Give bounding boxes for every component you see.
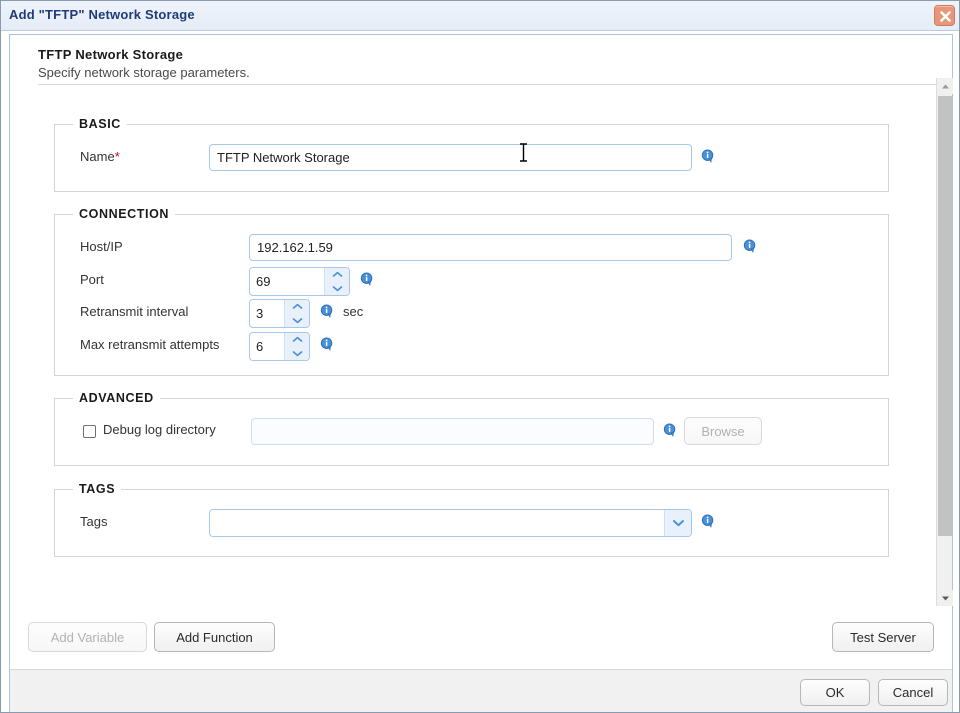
action-strip: Add Variable Add Function Test Server — [10, 610, 952, 668]
connection-legend: CONNECTION — [73, 207, 176, 221]
ok-button[interactable]: OK — [800, 679, 870, 706]
chevron-down-glyph — [292, 317, 302, 323]
name-label: Name* — [80, 149, 120, 164]
max-retransmit-attempts-stepper — [249, 332, 310, 361]
max-retransmit-attempts-label: Max retransmit attempts — [80, 337, 220, 352]
chevron-down-glyph — [672, 520, 684, 527]
port-stepper — [249, 267, 350, 296]
scroll-down-arrow-icon[interactable] — [937, 590, 953, 606]
add-variable-button[interactable]: Add Variable — [28, 622, 147, 652]
scrollbar-thumb[interactable] — [938, 96, 952, 536]
title-bar: Add "TFTP" Network Storage — [1, 1, 959, 31]
chevron-up-icon[interactable] — [285, 300, 309, 314]
port-label: Port — [80, 272, 104, 287]
name-input[interactable] — [209, 144, 692, 171]
info-icon-glyph — [743, 239, 756, 253]
chevron-down-icon[interactable] — [285, 314, 309, 328]
info-icon[interactable] — [360, 272, 375, 292]
page-title: TFTP Network Storage — [38, 47, 184, 62]
retransmit-interval-stepper — [249, 299, 310, 328]
basic-fieldset: BASIC Name* — [54, 117, 889, 192]
max-retransmit-attempts-stepper-buttons — [284, 333, 309, 360]
tags-label: Tags — [80, 514, 108, 529]
browse-button[interactable]: Browse — [684, 417, 762, 445]
tags-combobox[interactable] — [209, 509, 692, 537]
info-icon[interactable] — [701, 149, 716, 169]
scroll-up-arrow-icon[interactable] — [937, 78, 953, 94]
scroll-down-arrow-glyph — [941, 596, 949, 600]
chevron-up-icon[interactable] — [325, 268, 349, 282]
connection-fieldset: CONNECTION Host/IP Port — [54, 207, 889, 376]
scroll-up-arrow-glyph — [941, 84, 949, 88]
chevron-down-glyph — [332, 285, 342, 291]
info-icon[interactable] — [701, 514, 716, 534]
port-input[interactable] — [250, 268, 324, 295]
chevron-down-icon[interactable] — [664, 510, 691, 536]
advanced-fieldset: ADVANCED Debug log directory Browse — [54, 391, 889, 466]
name-label-text: Name — [80, 149, 115, 164]
dialog-window: Add "TFTP" Network Storage TFTP Network … — [0, 0, 960, 713]
test-server-button[interactable]: Test Server — [832, 622, 934, 652]
info-icon[interactable] — [743, 239, 758, 259]
dialog-footer: OK Cancel — [9, 669, 953, 712]
info-icon-glyph — [701, 514, 714, 528]
name-required-marker: * — [114, 149, 120, 164]
info-icon-glyph — [663, 423, 676, 437]
cancel-button[interactable]: Cancel — [878, 679, 948, 706]
info-icon-glyph — [701, 149, 714, 163]
close-icon[interactable] — [934, 5, 955, 26]
chevron-down-glyph — [292, 350, 302, 356]
vertical-scrollbar[interactable] — [936, 78, 953, 606]
info-icon[interactable] — [663, 423, 678, 443]
chevron-up-glyph — [332, 272, 342, 278]
basic-legend: BASIC — [73, 117, 127, 131]
retransmit-interval-stepper-buttons — [284, 300, 309, 327]
tags-legend: TAGS — [73, 482, 122, 496]
host-input[interactable] — [249, 234, 732, 261]
debug-log-directory-checkbox[interactable] — [83, 425, 96, 438]
chevron-down-icon[interactable] — [285, 347, 309, 361]
info-icon-glyph — [320, 337, 333, 351]
host-label: Host/IP — [80, 239, 123, 254]
window-title: Add "TFTP" Network Storage — [9, 7, 195, 22]
port-stepper-buttons — [324, 268, 349, 295]
close-x-glyph — [940, 11, 951, 22]
dialog-body: TFTP Network Storage Specify network sto… — [9, 34, 953, 669]
chevron-up-icon[interactable] — [285, 333, 309, 347]
info-icon[interactable] — [320, 337, 335, 357]
debug-log-directory-label: Debug log directory — [103, 422, 216, 437]
advanced-legend: ADVANCED — [73, 391, 160, 405]
max-retransmit-attempts-input[interactable] — [250, 333, 284, 360]
chevron-up-glyph — [292, 304, 302, 310]
add-function-button[interactable]: Add Function — [154, 622, 275, 652]
info-icon-glyph — [320, 304, 333, 318]
tags-input[interactable] — [210, 510, 663, 536]
retransmit-interval-input[interactable] — [250, 300, 284, 327]
info-icon[interactable] — [320, 304, 335, 324]
retransmit-interval-label: Retransmit interval — [80, 304, 189, 319]
chevron-down-icon[interactable] — [325, 282, 349, 296]
chevron-up-glyph — [292, 337, 302, 343]
debug-log-directory-input[interactable] — [251, 418, 654, 445]
form-scroll-area: BASIC Name* TFTP Network Storage CONNECT… — [10, 78, 952, 606]
tags-fieldset: TAGS Tags — [54, 482, 889, 557]
retransmit-interval-unit: sec — [343, 304, 364, 319]
info-icon-glyph — [360, 272, 373, 286]
